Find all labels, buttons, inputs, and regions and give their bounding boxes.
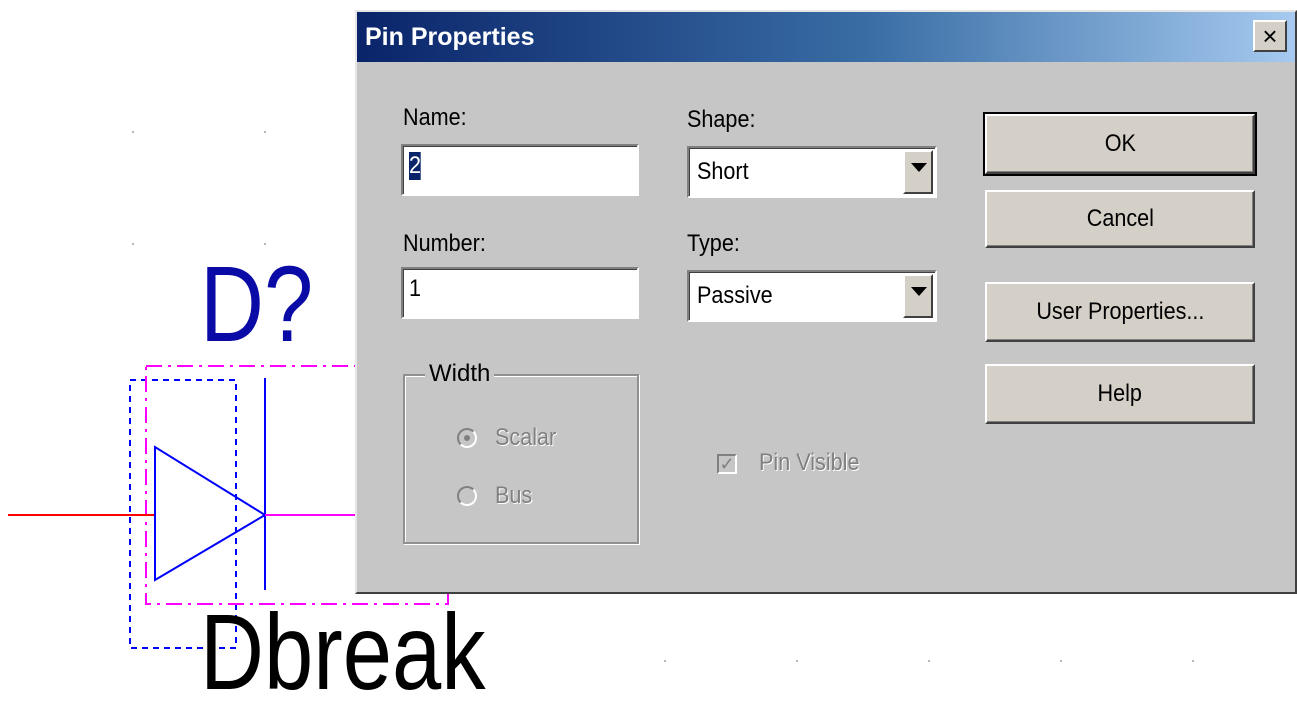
pin-visible-checkbox[interactable]: ✓ [717,454,737,474]
ok-button-label: OK [1104,130,1136,157]
cancel-button[interactable]: Cancel [985,190,1255,248]
type-select[interactable]: Passive [687,270,937,322]
number-label: Number: [403,230,486,257]
reference-designator[interactable]: D? [200,250,313,358]
width-legend: Width [425,360,495,388]
type-selected-value: Passive [697,282,773,309]
user-properties-button-label: User Properties... [1035,298,1205,325]
close-button[interactable]: × [1253,20,1287,52]
type-label: Type: [687,230,740,257]
name-value: 2 [409,152,422,180]
scalar-radio[interactable] [457,428,477,448]
name-input[interactable]: 2 [401,144,639,196]
close-icon: × [1262,21,1278,51]
user-properties-button[interactable]: User Properties... [985,282,1255,342]
number-input[interactable]: 1 [401,267,639,319]
shape-select[interactable]: Short [687,146,937,198]
number-value: 1 [409,275,422,302]
check-icon: ✓ [719,454,735,474]
pin-properties-dialog: Pin Properties × Name: 2 Number: 1 Shape… [355,10,1297,594]
diode-triangle [154,445,267,582]
cancel-button-label: Cancel [1086,205,1154,232]
bus-label: Bus [495,482,533,509]
shape-label: Shape: [687,106,756,133]
help-button[interactable]: Help [985,364,1255,424]
bus-radio[interactable] [457,486,477,506]
chevron-down-icon[interactable] [903,274,933,318]
ok-button[interactable]: OK [983,112,1257,176]
width-groupbox: Width Scalar Bus [403,360,639,544]
dialog-title: Pin Properties [365,23,535,51]
dialog-titlebar[interactable]: Pin Properties × [357,12,1295,62]
chevron-down-icon[interactable] [903,150,933,194]
pin-visible-label: Pin Visible [759,449,860,476]
name-label: Name: [403,104,467,131]
shape-selected-value: Short [697,158,749,185]
part-value-label[interactable]: Dbreak [200,598,485,706]
scalar-label: Scalar [495,424,557,451]
help-button-label: Help [1097,380,1143,407]
